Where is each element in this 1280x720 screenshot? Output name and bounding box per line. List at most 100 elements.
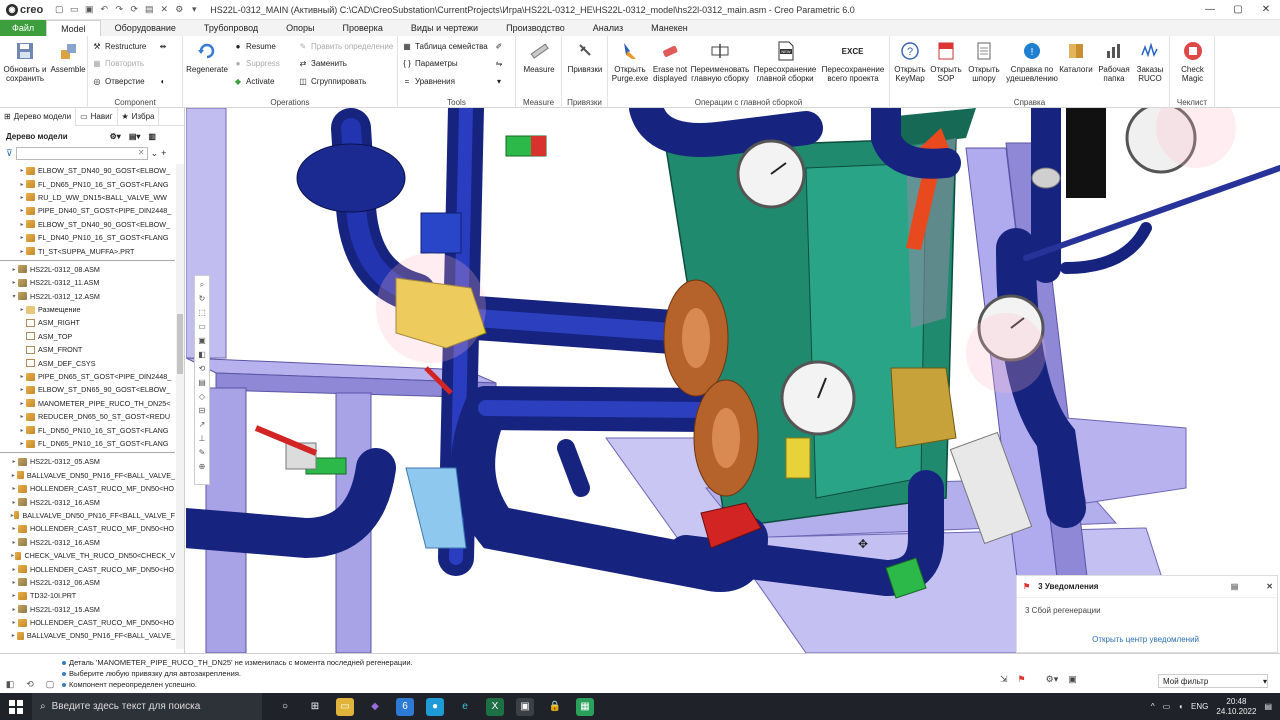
tree-item[interactable]: ▸ HS22L-0312_08.ASM [0,263,175,276]
scrollbar-thumb[interactable] [177,314,183,374]
page-icon[interactable]: ▤ [1231,582,1239,591]
tab-favorites[interactable]: ★ Избра [118,107,160,126]
expand-right-icon[interactable]: ▸ [18,427,26,434]
drop-app-icon[interactable]: ◆ [366,698,384,716]
orient-icon[interactable]: ⟲ [197,363,208,374]
restructure-button[interactable]: ⚒ Restructure [92,41,146,51]
repeat-button[interactable]: ▦ Повторить [92,58,144,68]
expand-right-icon[interactable]: ▸ [10,539,18,546]
open-cheatsheet-button[interactable]: Открыть шпору [964,40,1004,83]
parameters-button[interactable]: { } Параметры [402,58,457,68]
app-chat-icon[interactable]: ● [426,697,444,716]
expand-right-icon[interactable]: ▸ [10,485,18,492]
expand-right-icon[interactable]: ▸ [18,306,26,313]
navigator-toggle-icon[interactable]: ◧ [4,678,16,690]
expand-right-icon[interactable]: ▸ [10,458,18,465]
tree-item[interactable]: ▸ TD32-10I.PRT [0,589,175,602]
expand-right-icon[interactable]: ▸ [10,472,17,479]
tab-piping[interactable]: Трубопровод [190,20,272,36]
tab-model[interactable]: Model [46,20,101,36]
measure-button[interactable]: Measure [518,40,560,74]
taskbar-search-input[interactable]: ⌕ Введите здесь текст для поиска [32,693,262,720]
app-6-icon[interactable]: 6 [396,697,414,716]
tree-item[interactable]: ▸ RU_LD_WW_DN15<BALL_VALVE_WW [0,191,175,204]
pick-icon[interactable]: ⇲ [1000,674,1008,685]
tab-check[interactable]: Проверка [329,20,397,36]
cost-help-button[interactable]: ! Справка по удешевлению [1006,40,1058,83]
tab-equipment[interactable]: Оборудование [101,20,190,36]
selected-count-icon[interactable]: ▣ [1068,674,1077,685]
regenerate-button[interactable]: Regenerate [186,40,228,74]
expand-right-icon[interactable]: ▸ [10,579,18,586]
tree-item[interactable]: ▸ HS22L-0312_06.ASM [0,576,175,589]
tool-extra-1[interactable]: ✐ [494,41,504,51]
creo-taskbar-icon[interactable]: ▣ [516,697,534,716]
close-icon[interactable]: ✕ [1252,0,1280,20]
open-purge-button[interactable]: Открыть Purge.exe [610,40,650,83]
tree-settings-icon[interactable]: ⚙▾ [110,132,121,141]
expand-right-icon[interactable]: ▸ [10,592,18,599]
tree-item[interactable]: ▸ PIPE_DN40_ST_GOST<PIPE_DIN2448_ [0,204,175,217]
tree-item[interactable]: ASM_RIGHT [0,316,175,329]
zoom-icon[interactable]: ⌕ [197,279,208,290]
csys-icon[interactable]: ⊥ [197,433,208,444]
tree-item[interactable]: ▸ HOLLENDER_CAST_RUCO_MF_DN50<HO [0,562,175,575]
open-sop-button[interactable]: Открыть SOP [928,40,964,83]
refit-icon[interactable]: ⬚ [197,307,208,318]
tree-item[interactable]: ▸ HS22L-0312_05.ASM [0,455,175,468]
tree-item[interactable]: ASM_TOP [0,330,175,343]
resave-project-button[interactable]: EXCEL Пересохранение всего проекта [820,40,886,83]
expand-right-icon[interactable]: ▸ [18,386,26,393]
tree-scrollbar[interactable] [176,164,184,649]
suppress-button[interactable]: ● Suppress [233,58,280,68]
datum-axes-icon[interactable]: ↗ [197,419,208,430]
tree-item[interactable]: ▸ Размещение [0,303,175,316]
tab-model-tree[interactable]: ⊞ Дерево модели [0,107,77,126]
tree-item[interactable]: ▸ FL_DN65_PN10_16_ST_GOST<FLANG [0,437,175,450]
tree-item[interactable]: ▸ TI_ST<SUPPA_MUFFA>.PRT [0,244,175,257]
expand-right-icon[interactable]: ▸ [18,248,26,255]
expand-right-icon[interactable]: ▸ [18,400,26,407]
ruco-orders-button[interactable]: Заказы RUCO [1132,40,1168,83]
snaps-button[interactable]: Привязки [564,40,606,74]
display-style-icon[interactable]: ◧ [197,349,208,360]
mirror-button[interactable]: ⇹ [158,41,168,51]
tree-item[interactable]: ▸ HOLLENDER_CAST_RUCO_MF_DN50<HO [0,522,175,535]
update-save-button[interactable]: Обновить и сохранить [2,40,48,83]
close-notification-icon[interactable]: ✕ [1266,582,1273,591]
tree-item[interactable]: ▸ HS22L-0312_16.ASM [0,495,175,508]
perspective-icon[interactable]: ◇ [197,391,208,402]
tree-item[interactable]: ▸ MANOMETER_PIPE_RUCO_TH_DN25< [0,397,175,410]
tree-item[interactable]: ▸ HOLLENDER_CAST_RUCO_MF_DN50<HO [0,482,175,495]
saved-views-icon[interactable]: ▣ [197,335,208,346]
add-icon[interactable]: + [161,148,166,158]
tab-manikin[interactable]: Манекен [637,20,702,36]
fullscreen-icon[interactable]: ▢ [44,678,56,690]
tree-item[interactable]: ▸ FL_DN50_PN10_16_ST_GOST<FLANG [0,423,175,436]
expand-right-icon[interactable]: ▸ [18,373,26,380]
tree-item[interactable]: ▸ CHECK_VALVE_TH_RUCO_DN50<CHECK_V [0,549,175,562]
tree-item[interactable]: ▸ BALLVALVE_DN50_PN16_FF<BALL_VALVE_ [0,629,175,642]
tree-item[interactable]: ▸ BALLVALVE_DN50_PN16_FF<BALL_VALVE_ [0,469,175,482]
new-icon[interactable]: ▢ [53,4,65,16]
relations-button[interactable]: = Уравнения [402,76,455,86]
undo-icon[interactable]: ↶ [98,4,110,16]
tree-search-input[interactable]: ✕ [15,146,148,160]
annotation-icon[interactable]: ✎ [197,447,208,458]
repaint-icon[interactable]: ↻ [197,293,208,304]
expand-right-icon[interactable]: ▸ [10,632,17,639]
lock-icon[interactable]: 🔒 [546,698,564,716]
erase-not-displayed-button[interactable]: Erase not displayed [650,40,690,83]
tree-item[interactable]: ▸ BALLVALVE_DN50_PN16_FF<BALL_VALVE_F [0,509,175,522]
hole-button[interactable]: ◎ Отверстие [92,76,145,86]
language-indicator[interactable]: ENG [1191,702,1208,711]
regenerate-icon[interactable]: ⟳ [128,4,140,16]
open-icon[interactable]: ▭ [68,4,80,16]
tree-item[interactable]: ▸ ELBOW_ST_DN40_90_GOST<ELBOW_ [0,218,175,231]
expand-right-icon[interactable]: ▸ [10,499,18,506]
selection-tool-icon[interactable]: ⚙▾ [1046,674,1059,685]
zoom-out-icon[interactable]: ▭ [197,321,208,332]
file-explorer-icon[interactable]: ▭ [336,697,354,716]
check-magic-button[interactable]: Check Magic [1172,40,1213,83]
tab-views-drawings[interactable]: Виды и чертежи [397,20,492,36]
